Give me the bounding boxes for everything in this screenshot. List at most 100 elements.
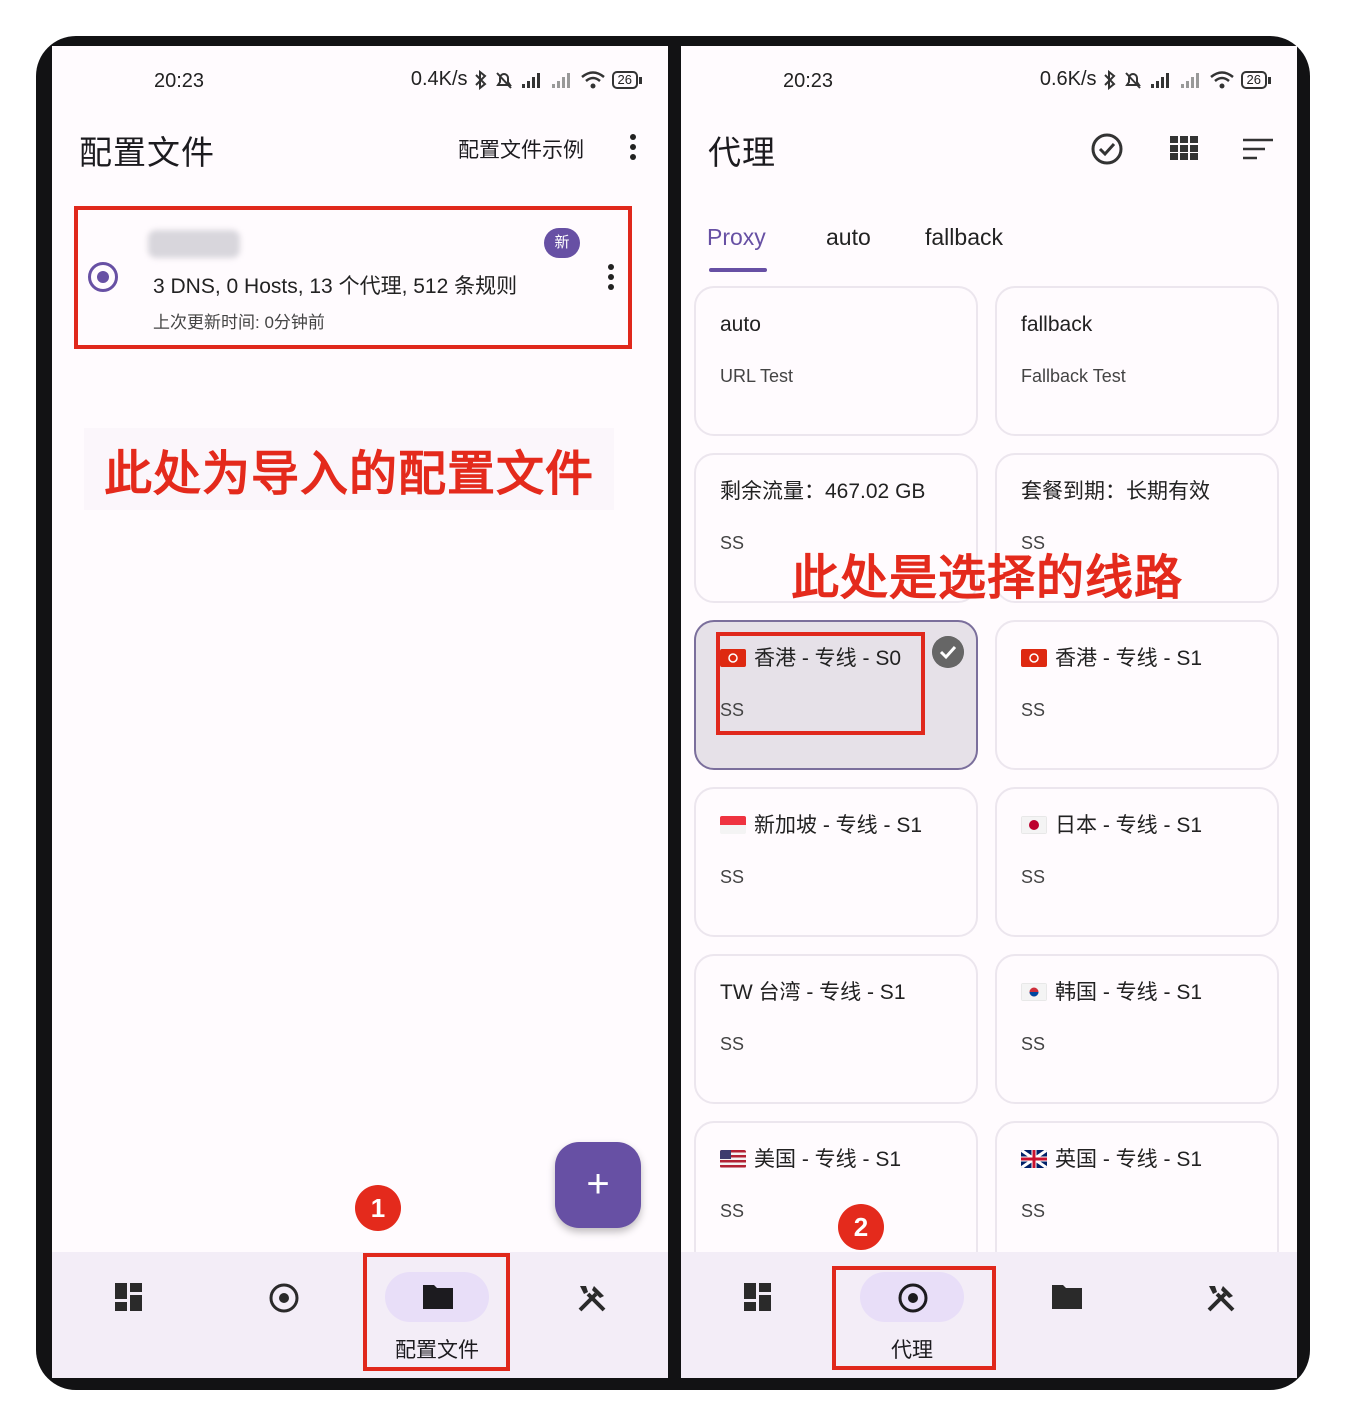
status-time: 20:23 <box>783 70 834 92</box>
highlight-box-nav <box>832 1266 996 1370</box>
proxy-card[interactable]: TW 台湾 - 专线 - S1 SS <box>694 954 978 1104</box>
tab-auto[interactable]: auto <box>826 224 871 251</box>
wifi-icon <box>580 70 605 88</box>
proxy-name-row: 英国 - 专线 - S1 <box>1021 1145 1263 1175</box>
us-flag-icon <box>720 1150 746 1168</box>
proxies-screen: 20:23 0.6K/s 26 代理 Proxy auto fallback a… <box>681 46 1297 1378</box>
proxy-type: SS <box>720 1201 745 1221</box>
status-icons: 0.4K/s 26 <box>410 68 643 91</box>
battery-icon: 26 <box>611 70 643 89</box>
signal-icon <box>521 72 540 88</box>
proxy-type: SS <box>720 1034 745 1054</box>
proxy-name: 美国 - 专线 - S1 <box>754 1148 902 1171</box>
proxy-card[interactable]: 新加坡 - 专线 - S1 SS <box>694 787 978 937</box>
hk-flag-icon <box>1021 649 1047 667</box>
status-bar: 20:23 0.4K/s 26 <box>52 46 668 114</box>
tab-fallback[interactable]: fallback <box>925 224 1003 251</box>
radio-target-icon <box>269 1283 299 1313</box>
proxy-name: 香港 - 专线 - S1 <box>1055 647 1203 670</box>
folder-icon <box>1052 1285 1082 1309</box>
proxy-card[interactable]: 美国 - 专线 - S1 SS <box>694 1121 978 1271</box>
nav-dashboard[interactable] <box>681 1252 835 1378</box>
group-tabs: Proxy auto fallback <box>681 216 1297 276</box>
proxy-card[interactable]: fallback Fallback Test <box>995 286 1279 436</box>
bottom-nav: 配置文件 <box>52 1252 668 1378</box>
tools-icon <box>578 1286 606 1312</box>
kr-flag-icon <box>1021 983 1047 1001</box>
proxy-type: SS <box>1021 1034 1046 1054</box>
grid-view-icon[interactable] <box>1170 136 1198 160</box>
network-speed: 0.6K/s <box>1039 68 1097 90</box>
proxy-type: SS <box>1021 1201 1046 1221</box>
tab-indicator <box>709 268 767 272</box>
highlight-box-selected <box>716 632 925 735</box>
battery-icon: 26 <box>1240 70 1272 89</box>
step-marker: 1 <box>355 1185 401 1231</box>
proxy-type: SS <box>1021 867 1046 887</box>
highlight-box-profile <box>74 206 632 349</box>
status-icons: 0.6K/s 26 <box>1039 68 1272 91</box>
check-circle-icon[interactable] <box>1090 132 1124 166</box>
page-title: 代理 <box>708 134 776 171</box>
proxy-card[interactable]: 日本 - 专线 - S1 SS <box>995 787 1279 937</box>
nav-profiles[interactable] <box>989 1252 1143 1378</box>
proxy-name-row: 新加坡 - 专线 - S1 <box>720 811 962 841</box>
profile-example-button[interactable]: 配置文件示例 <box>458 134 584 164</box>
proxy-name: 剩余流量：467.02 GB <box>720 480 926 503</box>
nav-dashboard[interactable] <box>52 1252 206 1378</box>
network-speed: 0.4K/s <box>410 68 468 90</box>
proxy-name-row: 美国 - 专线 - S1 <box>720 1145 962 1175</box>
add-profile-button[interactable]: + <box>555 1142 641 1228</box>
proxy-name: fallback <box>1021 313 1093 336</box>
proxy-name: 新加坡 - 专线 - S1 <box>754 814 923 837</box>
app-bar: 代理 <box>681 126 1297 186</box>
proxy-card[interactable]: 韩国 - 专线 - S1 SS <box>995 954 1279 1104</box>
nav-proxy[interactable] <box>206 1252 360 1378</box>
jp-flag-icon <box>1021 816 1047 834</box>
proxy-type: URL Test <box>720 366 794 386</box>
sort-icon[interactable] <box>1243 138 1273 160</box>
proxy-card[interactable]: 香港 - 专线 - S1 SS <box>995 620 1279 770</box>
proxy-card[interactable]: auto URL Test <box>694 286 978 436</box>
mute-bell-icon <box>495 71 512 89</box>
proxy-name: 日本 - 专线 - S1 <box>1055 814 1203 837</box>
bluetooth-icon <box>474 69 487 90</box>
highlight-box-nav <box>363 1253 510 1371</box>
profiles-screen: 20:23 0.4K/s 26 配置文件 配置文件示例 新 3 DNS, 0 H… <box>52 46 668 1378</box>
proxy-name: 英国 - 专线 - S1 <box>1055 1148 1203 1171</box>
dashboard-icon <box>115 1283 142 1311</box>
signal-empty-icon <box>1180 72 1199 88</box>
annotation-text: 此处为导入的配置文件 <box>84 428 615 510</box>
status-bar: 20:23 0.6K/s 26 <box>681 46 1297 114</box>
proxy-type: SS <box>720 533 745 553</box>
annotation-text: 此处是选择的线路 <box>791 552 1184 605</box>
tab-proxy[interactable]: Proxy <box>707 224 766 251</box>
selected-check-icon <box>932 636 964 668</box>
proxy-name-row: 香港 - 专线 - S1 <box>1021 644 1263 674</box>
proxy-type: Fallback Test <box>1021 366 1126 386</box>
proxy-name-row: 韩国 - 专线 - S1 <box>1021 978 1263 1008</box>
more-menu-icon[interactable] <box>629 134 637 164</box>
step-marker: 2 <box>838 1204 884 1250</box>
proxy-type: SS <box>1021 700 1046 720</box>
proxy-name: 套餐到期：长期有效 <box>1021 480 1210 503</box>
tools-icon <box>1207 1286 1235 1312</box>
proxy-type: SS <box>720 867 745 887</box>
signal-icon <box>1150 72 1169 88</box>
dashboard-icon <box>744 1283 771 1311</box>
uk-flag-icon <box>1021 1150 1047 1168</box>
page-title: 配置文件 <box>79 134 215 171</box>
proxy-name-row: 日本 - 专线 - S1 <box>1021 811 1263 841</box>
proxy-card[interactable]: 英国 - 专线 - S1 SS <box>995 1121 1279 1271</box>
proxy-name: 韩国 - 专线 - S1 <box>1055 981 1203 1004</box>
status-time: 20:23 <box>154 70 205 92</box>
nav-tools[interactable] <box>514 1252 668 1378</box>
nav-tools[interactable] <box>1143 1252 1297 1378</box>
sg-flag-icon <box>720 816 746 834</box>
bluetooth-icon <box>1103 69 1116 90</box>
app-bar: 配置文件 配置文件示例 <box>52 126 668 186</box>
proxy-name: auto <box>720 313 761 336</box>
mute-bell-icon <box>1124 71 1141 89</box>
wifi-icon <box>1209 70 1234 88</box>
signal-empty-icon <box>551 72 570 88</box>
